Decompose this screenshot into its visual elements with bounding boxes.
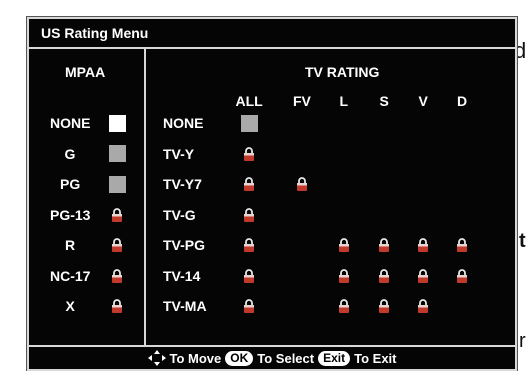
mpaa-none-unlocked-box[interactable] [108,114,126,132]
tv-tv-ma-all-lock-icon[interactable] [243,299,255,313]
ok-key-icon: OK [225,350,254,366]
background-text-r: r [519,330,526,352]
tv-label: TV-PG [163,237,206,253]
tv-tv-14-l-lock-icon[interactable] [338,268,350,283]
mpaa-g-unlocked-box[interactable] [108,145,126,162]
menu-title-bar: US Rating Menu [29,19,515,49]
mpaa-label: PG [60,176,81,192]
tv-label: TV-14 [163,267,201,284]
mpaa-label: NC-17 [50,267,91,284]
mpaa-pg-13-lock-icon[interactable] [111,207,123,222]
navigation-hint-bar: To Move OK To Select Exit To Exit [29,350,515,368]
tv-column-all: ALL [235,93,263,109]
menu-title: US Rating Menu [41,25,149,41]
tv-tv-y7-fv-lock-icon[interactable] [296,177,308,191]
tv-label: TV-MA [163,298,207,314]
tv-label: NONE [163,115,204,131]
exit-key-icon: Exit [318,350,351,366]
mpaa-nc-17-lock-icon[interactable] [111,268,123,283]
move-hint: To Move [169,350,222,366]
tv-tv-14-d-lock-icon[interactable] [456,268,468,283]
tv-column-l: L [339,93,349,109]
tv-tv-pg-v-lock-icon[interactable] [417,238,429,252]
tv-none-all-unlocked-box[interactable] [240,114,258,132]
tv-tv-pg-d-lock-icon[interactable] [456,238,468,252]
tv-tv-y-all-lock-icon[interactable] [243,146,255,161]
mpaa-label: X [65,298,75,314]
tv-tv-ma-l-lock-icon[interactable] [338,299,350,313]
mpaa-label: R [65,237,76,253]
mpaa-label: NONE [50,115,91,131]
column-divider [144,49,146,347]
tv-column-fv: FV [293,93,311,109]
mpaa-r-lock-icon[interactable] [111,238,123,252]
tv-rating-header: TV RATING [305,64,380,80]
tv-label: TV-G [163,206,196,223]
tv-tv-y7-all-lock-icon[interactable] [243,177,255,191]
background-text-t: t [519,230,526,252]
tv-tv-14-s-lock-icon[interactable] [378,268,390,283]
four-way-arrow-icon [147,350,166,366]
us-rating-menu: US Rating Menu MPAA TV RATING ALL FV L S V D … [26,16,518,371]
tv-tv-pg-all-lock-icon[interactable] [243,238,255,252]
footer-divider [29,345,515,347]
tv-column-s: S [379,93,389,109]
tv-tv-14-all-lock-icon[interactable] [243,268,255,283]
tv-tv-ma-v-lock-icon[interactable] [417,299,429,313]
tv-tv-pg-l-lock-icon[interactable] [338,238,350,252]
tv-column-v: V [418,93,428,109]
tv-tv-pg-s-lock-icon[interactable] [378,238,390,252]
select-hint: To Select [257,350,315,366]
mpaa-label: G [64,145,76,162]
mpaa-label: PG-13 [50,206,91,223]
mpaa-pg-unlocked-box[interactable] [108,175,126,193]
tv-label: TV-Y [163,145,195,162]
tv-tv-ma-s-lock-icon[interactable] [378,299,390,313]
tv-label: TV-Y7 [163,176,202,192]
mpaa-header: MPAA [65,64,106,80]
tv-tv-14-v-lock-icon[interactable] [417,268,429,283]
tv-column-d: D [457,93,468,109]
exit-hint: To Exit [354,350,397,366]
mpaa-x-lock-icon[interactable] [111,299,123,313]
tv-tv-g-all-lock-icon[interactable] [243,207,255,222]
